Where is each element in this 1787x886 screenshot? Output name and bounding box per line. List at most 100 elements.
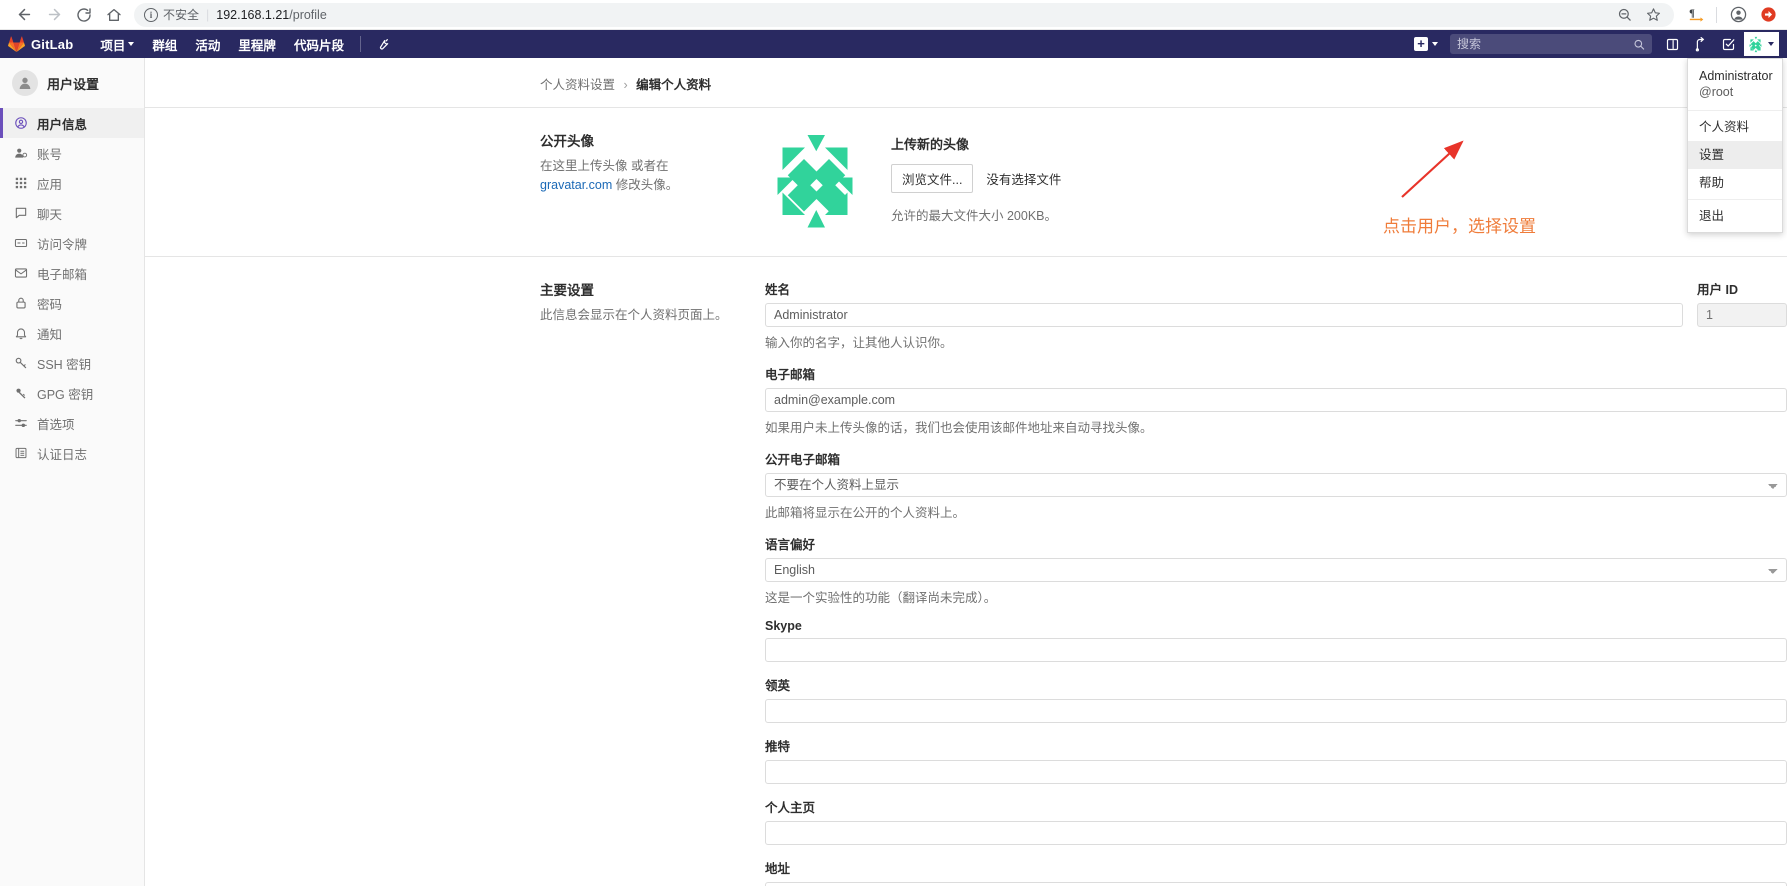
language-select[interactable]: English bbox=[765, 558, 1787, 582]
skype-input[interactable] bbox=[765, 638, 1787, 662]
settings-sidebar: 用户设置 用户信息 账号 应用 聊天 访问令牌 电子邮箱 密码 通知 SSH 密… bbox=[0, 58, 145, 886]
nav-link-milestones[interactable]: 里程牌 bbox=[229, 30, 285, 58]
field-language: 语言偏好 English 这是一个实验性的功能（翻译尚未完成）。 bbox=[765, 534, 1787, 606]
twitter-label: 推特 bbox=[765, 740, 791, 754]
pilcrow-icon[interactable]: ¶ bbox=[1686, 6, 1704, 24]
lock-icon bbox=[13, 296, 28, 311]
user-menu-button[interactable] bbox=[1744, 32, 1779, 56]
breadcrumb-parent[interactable]: 个人资料设置 bbox=[540, 78, 615, 92]
gitlab-brand-label: GitLab bbox=[31, 36, 74, 52]
avatar-desc-suffix: 修改头像。 bbox=[612, 178, 679, 192]
account-circle-icon[interactable] bbox=[1729, 6, 1747, 24]
gravatar-link[interactable]: gravatar.com bbox=[540, 178, 612, 192]
annotation-text: 点击用户，选择设置 bbox=[1383, 217, 1536, 237]
forward-icon[interactable] bbox=[40, 2, 68, 28]
user-profile-icon bbox=[13, 116, 28, 131]
name-input[interactable] bbox=[765, 303, 1683, 327]
public-email-help: 此邮箱将显示在公开的个人资料上。 bbox=[765, 506, 966, 520]
preferences-sliders-icon bbox=[13, 416, 28, 431]
chevron-down-icon bbox=[128, 42, 135, 46]
url-path: /profile bbox=[289, 7, 327, 22]
main-settings-form: 姓名 输入你的名字，让其他人认识你。 用户 ID 电子邮箱 如果用户未上传头像的… bbox=[765, 257, 1787, 886]
dropdown-item-settings[interactable]: 设置 bbox=[1688, 141, 1782, 169]
main-settings-info: 主要设置 此信息会显示在个人资料页面上。 bbox=[540, 257, 765, 886]
field-skype: Skype bbox=[765, 619, 1787, 662]
star-icon[interactable] bbox=[1644, 6, 1662, 24]
new-item-button[interactable]: + bbox=[1406, 37, 1446, 51]
location-input[interactable] bbox=[765, 882, 1787, 886]
avatar-section-title: 公开头像 bbox=[540, 134, 594, 149]
home-icon[interactable] bbox=[100, 2, 128, 28]
key-icon bbox=[13, 356, 28, 371]
skype-label: Skype bbox=[765, 619, 802, 633]
navbar-divider bbox=[359, 36, 361, 52]
location-label: 地址 bbox=[765, 862, 791, 876]
toolbar-divider bbox=[1716, 6, 1717, 23]
nav-link-label: 里程牌 bbox=[238, 38, 276, 53]
browse-files-button[interactable]: 浏览文件... bbox=[891, 164, 974, 193]
url-separator: | bbox=[206, 7, 210, 22]
extension-icon[interactable] bbox=[1759, 6, 1777, 24]
sidebar-item-label: SSH 密钥 bbox=[37, 357, 92, 372]
address-bar[interactable]: i 不安全 | 192.168.1.21/profile bbox=[134, 2, 1674, 27]
public-email-select[interactable]: 不要在个人资料上显示 bbox=[765, 473, 1787, 497]
admin-area-button[interactable] bbox=[368, 37, 398, 51]
dropdown-item-profile[interactable]: 个人资料 bbox=[1688, 113, 1782, 141]
sidebar-item-auth-log[interactable]: 认证日志 bbox=[0, 438, 144, 468]
search-box[interactable] bbox=[1450, 34, 1652, 54]
navbar-links: 项目 群组 活动 里程牌 代码片段 bbox=[91, 30, 398, 58]
field-email: 电子邮箱 如果用户未上传头像的话，我们也会使用该邮件地址来自动寻找头像。 bbox=[765, 364, 1787, 436]
no-file-selected-label: 没有选择文件 bbox=[986, 173, 1062, 187]
page-body: 用户设置 用户信息 账号 应用 聊天 访问令牌 电子邮箱 密码 通知 SSH 密… bbox=[0, 58, 1787, 886]
sidebar-item-access-tokens[interactable]: 访问令牌 bbox=[0, 228, 144, 258]
linkedin-input[interactable] bbox=[765, 699, 1787, 723]
browser-toolbar: i 不安全 | 192.168.1.21/profile ¶ bbox=[0, 0, 1787, 30]
sidebar-item-preferences[interactable]: 首选项 bbox=[0, 408, 144, 438]
sidebar-item-account[interactable]: 账号 bbox=[0, 138, 144, 168]
issues-button[interactable] bbox=[1658, 30, 1686, 58]
sidebar-item-label: 认证日志 bbox=[37, 447, 88, 462]
sidebar-item-profile[interactable]: 用户信息 bbox=[0, 108, 144, 138]
dropdown-item-signout[interactable]: 退出 bbox=[1688, 202, 1782, 230]
zoom-out-icon[interactable] bbox=[1615, 6, 1633, 24]
sidebar-item-applications[interactable]: 应用 bbox=[0, 168, 144, 198]
sidebar-title: 用户设置 bbox=[47, 76, 100, 92]
log-list-icon bbox=[13, 446, 28, 461]
website-input[interactable] bbox=[765, 821, 1787, 845]
back-icon[interactable] bbox=[10, 2, 38, 28]
user-dropdown-name: Administrator bbox=[1699, 69, 1773, 83]
applications-grid-icon bbox=[13, 176, 28, 191]
sidebar-item-label: 账号 bbox=[37, 147, 63, 162]
sidebar-header[interactable]: 用户设置 bbox=[0, 58, 144, 108]
sidebar-item-label: GPG 密钥 bbox=[37, 387, 94, 402]
sidebar-item-gpg-keys[interactable]: GPG 密钥 bbox=[0, 378, 144, 408]
reload-icon[interactable] bbox=[70, 2, 98, 28]
sidebar-item-emails[interactable]: 电子邮箱 bbox=[0, 258, 144, 288]
field-user-id: 用户 ID bbox=[1697, 279, 1787, 351]
nav-link-activity[interactable]: 活动 bbox=[186, 30, 229, 58]
sidebar-item-label: 电子邮箱 bbox=[37, 267, 88, 282]
nav-link-projects[interactable]: 项目 bbox=[91, 30, 143, 58]
gitlab-home-link[interactable]: GitLab bbox=[6, 36, 79, 53]
merge-requests-button[interactable] bbox=[1686, 30, 1714, 58]
nav-link-snippets[interactable]: 代码片段 bbox=[285, 30, 353, 58]
user-dropdown-menu: Administrator @root 个人资料 设置 帮助 退出 bbox=[1687, 58, 1783, 233]
nav-link-groups[interactable]: 群组 bbox=[143, 30, 186, 58]
site-info-icon[interactable]: i bbox=[144, 7, 158, 22]
avatar-upload-controls: 上传新的头像 浏览文件... 没有选择文件 允许的最大文件大小 200KB。 bbox=[891, 130, 1061, 224]
browser-extension-icons: ¶ bbox=[1686, 6, 1777, 24]
sidebar-item-ssh-keys[interactable]: SSH 密钥 bbox=[0, 348, 144, 378]
sidebar-item-notifications[interactable]: 通知 bbox=[0, 318, 144, 348]
chevron-down-icon bbox=[1768, 42, 1774, 46]
sidebar-item-label: 首选项 bbox=[37, 417, 75, 432]
email-input[interactable] bbox=[765, 388, 1787, 412]
user-avatar-icon bbox=[12, 70, 38, 96]
dropdown-item-help[interactable]: 帮助 bbox=[1688, 169, 1782, 197]
twitter-input[interactable] bbox=[765, 760, 1787, 784]
sidebar-item-chat[interactable]: 聊天 bbox=[0, 198, 144, 228]
search-input[interactable] bbox=[1457, 37, 1633, 51]
sidebar-item-password[interactable]: 密码 bbox=[0, 288, 144, 318]
todos-button[interactable] bbox=[1714, 30, 1742, 58]
nav-link-label: 活动 bbox=[195, 38, 221, 53]
avatar bbox=[765, 130, 865, 230]
